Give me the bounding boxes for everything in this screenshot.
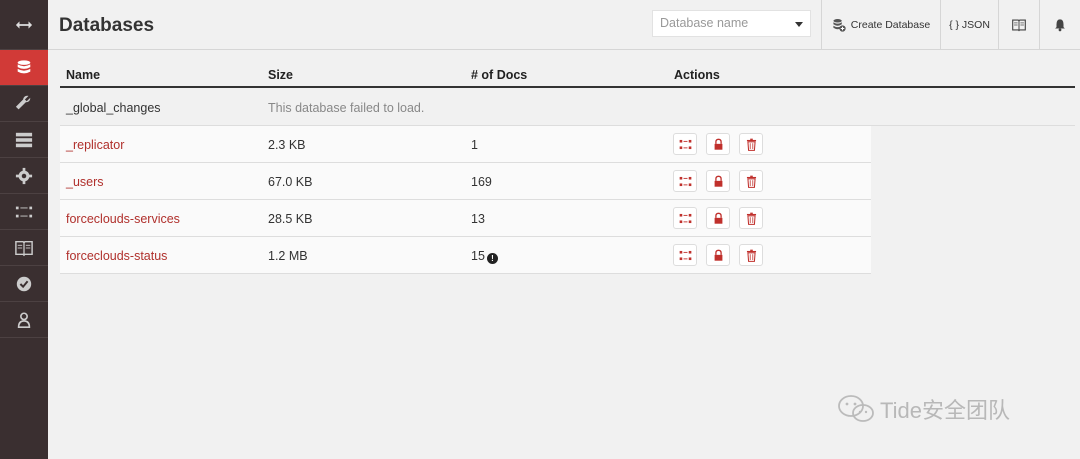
json-label: { } JSON <box>949 19 990 31</box>
user-icon <box>17 311 31 328</box>
database-link[interactable]: _replicator <box>66 138 124 152</box>
watermark: Tide安全团队 <box>836 393 1010 425</box>
chevron-down-icon <box>795 22 803 27</box>
replication-icon <box>679 139 691 149</box>
column-header-size: Size <box>268 68 294 82</box>
wrench-icon <box>15 95 31 109</box>
database-doc-count-cell: 15! <box>471 249 498 264</box>
database-doc-count: 13 <box>471 212 485 226</box>
double-arrow-icon <box>15 20 33 29</box>
watermark-text: Tide安全团队 <box>880 398 1010 423</box>
database-add-icon <box>833 19 846 32</box>
database-doc-count: 15 <box>471 249 485 263</box>
sidebar <box>0 0 48 459</box>
bell-icon <box>1055 19 1065 32</box>
table-header: Name Size # of Docs Actions <box>60 60 1075 88</box>
sidebar-item-active-tasks[interactable] <box>0 122 48 158</box>
tasks-icon <box>15 132 33 147</box>
lock-icon <box>714 249 722 261</box>
sidebar-item-replication[interactable] <box>0 194 48 230</box>
trash-icon <box>746 138 756 151</box>
delete-button[interactable] <box>739 133 763 155</box>
column-header-name: Name <box>66 68 101 82</box>
database-link[interactable]: _users <box>66 175 104 189</box>
delete-button[interactable] <box>739 244 763 266</box>
table-row: _users 67.0 KB 169 <box>60 163 871 200</box>
column-header-docs: # of Docs <box>471 68 528 82</box>
databases-table: Name Size # of Docs Actions _global_chan… <box>60 60 1075 274</box>
notifications-button[interactable] <box>1039 0 1080 50</box>
sidebar-item-user[interactable] <box>0 302 48 338</box>
book-icon <box>15 240 33 256</box>
database-doc-count: 169 <box>471 175 492 189</box>
database-size: 1.2 MB <box>268 249 308 263</box>
row-actions <box>673 207 763 229</box>
table-row: forceclouds-status 1.2 MB 15! <box>60 237 871 274</box>
lock-icon <box>714 138 722 150</box>
replication-icon <box>679 213 691 223</box>
trash-icon <box>746 249 756 262</box>
row-actions <box>673 244 763 266</box>
trash-icon <box>746 175 756 188</box>
database-name: _global_changes <box>66 101 161 115</box>
table-row: _replicator 2.3 KB 1 <box>60 126 871 163</box>
create-database-button[interactable]: Create Database <box>821 0 940 50</box>
database-link[interactable]: forceclouds-services <box>66 212 180 226</box>
replicate-button[interactable] <box>673 170 697 192</box>
documentation-button[interactable] <box>998 0 1039 50</box>
replicate-button[interactable] <box>673 133 697 155</box>
gear-icon <box>15 167 33 184</box>
book-icon <box>1012 19 1026 32</box>
sidebar-item-documentation[interactable] <box>0 230 48 266</box>
lock-icon <box>714 212 722 224</box>
permissions-button[interactable] <box>706 133 730 155</box>
sidebar-item-verify[interactable] <box>0 266 48 302</box>
replication-icon <box>15 206 33 217</box>
create-database-label: Create Database <box>850 19 931 31</box>
table-row: forceclouds-services 28.5 KB 13 <box>60 200 871 237</box>
warning-icon[interactable]: ! <box>486 253 498 264</box>
permissions-button[interactable] <box>706 207 730 229</box>
database-link[interactable]: forceclouds-status <box>66 249 167 263</box>
delete-button[interactable] <box>739 170 763 192</box>
database-size: 67.0 KB <box>268 175 313 189</box>
replication-icon <box>679 176 691 186</box>
permissions-button[interactable] <box>706 170 730 192</box>
database-doc-count: 1 <box>471 138 478 152</box>
database-size: 2.3 KB <box>268 138 306 152</box>
permissions-button[interactable] <box>706 244 730 266</box>
table-row: _global_changes This database failed to … <box>60 89 1075 126</box>
trash-icon <box>746 212 756 225</box>
header: Databases Database name Create Database … <box>48 0 1080 50</box>
sidebar-item-databases[interactable] <box>0 50 48 86</box>
wechat-icon <box>838 395 874 422</box>
replicate-button[interactable] <box>673 207 697 229</box>
row-actions <box>673 170 763 192</box>
sidebar-item-config[interactable] <box>0 158 48 194</box>
replicate-button[interactable] <box>673 244 697 266</box>
checkmark-icon <box>16 276 32 291</box>
database-icon <box>17 59 31 73</box>
delete-button[interactable] <box>739 207 763 229</box>
sidebar-item-setup[interactable] <box>0 86 48 122</box>
page-title: Databases <box>59 15 155 36</box>
database-size: 28.5 KB <box>268 212 313 226</box>
replication-icon <box>679 250 691 260</box>
database-name-placeholder: Database name <box>660 16 749 30</box>
lock-icon <box>714 175 722 187</box>
json-button[interactable]: { } JSON <box>940 0 998 50</box>
database-name-select[interactable]: Database name <box>652 10 811 37</box>
column-header-actions: Actions <box>674 68 720 82</box>
load-error-message: This database failed to load. <box>268 101 425 115</box>
row-actions <box>673 133 763 155</box>
sidebar-toggle-button[interactable] <box>0 0 48 50</box>
